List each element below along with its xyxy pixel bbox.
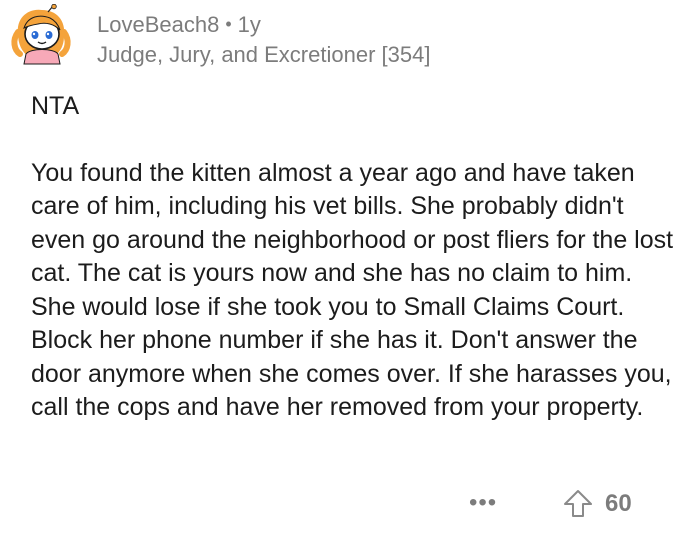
avatar-icon[interactable]	[10, 4, 72, 66]
comment: LoveBeach8 • 1y Judge, Jury, and Excretion…	[0, 0, 700, 538]
comment-body: NTA You found the kitten almost a year a…	[31, 90, 681, 425]
meta-line: LoveBeach8 • 1y	[97, 10, 430, 39]
separator-dot: •	[225, 14, 232, 34]
comment-header: LoveBeach8 • 1y Judge, Jury, and Excretion…	[97, 10, 430, 70]
comment-footer: ••• 60	[0, 486, 700, 526]
upvote-arrow-icon[interactable]	[562, 488, 594, 520]
username-link[interactable]: LoveBeach8	[97, 12, 219, 37]
user-flair: Judge, Jury, and Excretioner [354]	[97, 42, 431, 67]
comment-text: You found the kitten almost a year ago a…	[31, 158, 674, 422]
more-options-icon[interactable]: •••	[469, 489, 497, 517]
vote-score: 60	[605, 490, 632, 517]
comment-age: 1y	[237, 12, 261, 37]
verdict-text: NTA	[31, 92, 80, 120]
